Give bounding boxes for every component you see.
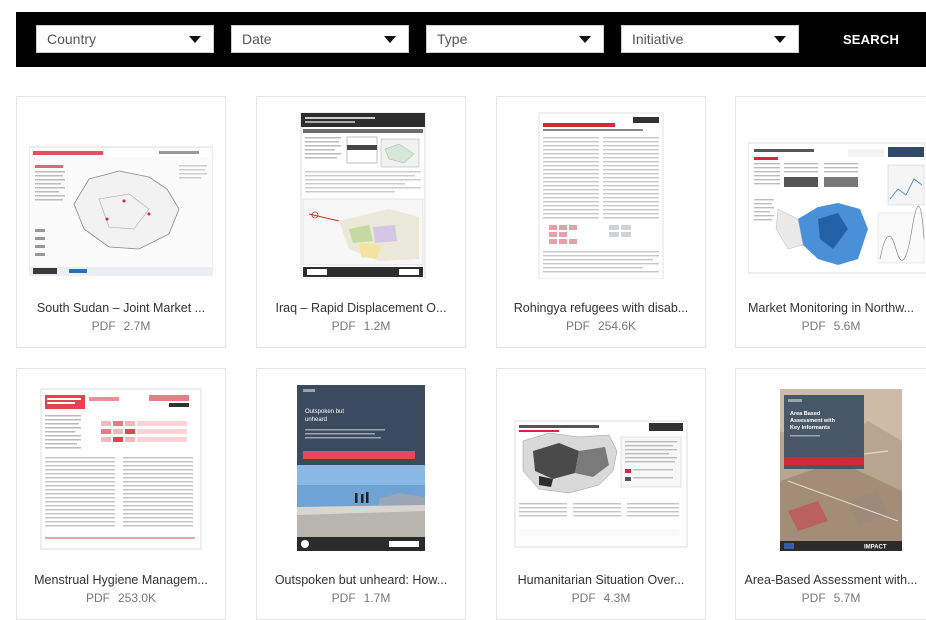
document-meta: PDF 4.3M xyxy=(497,591,705,605)
document-card[interactable]: Outspoken but unheard Outspoken but unhe… xyxy=(256,368,466,620)
document-card[interactable]: Rohingya refugees with disab... PDF 254.6… xyxy=(496,96,706,348)
document-title[interactable]: Outspoken but unheard: How... xyxy=(257,573,465,587)
document-format: PDF xyxy=(801,319,826,333)
document-format: PDF xyxy=(571,591,596,605)
cover-title-line3: Key Informants xyxy=(790,425,830,431)
document-meta: PDF 254.6K xyxy=(497,319,705,333)
document-thumbnail xyxy=(29,381,213,551)
caret-down-icon xyxy=(189,35,201,43)
document-format: PDF xyxy=(331,319,356,333)
document-thumbnail xyxy=(748,109,926,279)
document-thumbnail: Outspoken but unheard xyxy=(269,381,453,551)
type-select-label: Type xyxy=(437,31,468,47)
document-thumbnail xyxy=(509,381,693,551)
document-size: 5.7M xyxy=(833,591,861,605)
cover-title-line1: Outspoken but xyxy=(305,409,344,415)
caret-down-icon xyxy=(774,35,786,43)
impact-logo-text: IMPACT xyxy=(864,545,887,551)
document-title[interactable]: Menstrual Hygiene Managem... xyxy=(17,573,225,587)
document-size: 253.0K xyxy=(117,591,157,605)
document-title[interactable]: Humanitarian Situation Over... xyxy=(497,573,705,587)
initiative-select[interactable]: Initiative xyxy=(621,25,799,53)
document-meta: PDF 1.2M xyxy=(257,319,465,333)
document-format: PDF xyxy=(85,591,110,605)
search-button[interactable]: SEARCH xyxy=(828,25,914,53)
document-thumbnail xyxy=(509,109,693,279)
document-format: PDF xyxy=(801,591,826,605)
document-size: 1.7M xyxy=(363,591,391,605)
date-select-label: Date xyxy=(242,31,272,47)
document-card[interactable]: Menstrual Hygiene Managem... PDF 253.0K xyxy=(16,368,226,620)
cover-title-line1: Area Based xyxy=(790,411,820,417)
document-size: 5.6M xyxy=(833,319,861,333)
document-card[interactable]: Humanitarian Situation Over... PDF 4.3M xyxy=(496,368,706,620)
document-meta: PDF 2.7M xyxy=(17,319,225,333)
document-meta: PDF 253.0K xyxy=(17,591,225,605)
caret-down-icon xyxy=(579,35,591,43)
initiative-select-label: Initiative xyxy=(632,31,684,47)
document-title[interactable]: Area-Based Assessment with... xyxy=(736,573,926,587)
document-title[interactable]: Rohingya refugees with disab... xyxy=(497,301,705,315)
document-size: 4.3M xyxy=(603,591,631,605)
document-format: PDF xyxy=(565,319,590,333)
cover-title-line2: Assessment with xyxy=(790,418,836,424)
filter-bar: Country Date Type Initiative SEARCH xyxy=(16,12,926,67)
cover-title-line2: unheard xyxy=(305,417,327,423)
document-size: 2.7M xyxy=(123,319,151,333)
caret-down-icon xyxy=(384,35,396,43)
document-size: 254.6K xyxy=(597,319,637,333)
document-card[interactable]: Iraq – Rapid Displacement O... PDF 1.2M xyxy=(256,96,466,348)
document-format: PDF xyxy=(331,591,356,605)
document-title[interactable]: South Sudan – Joint Market ... xyxy=(17,301,225,315)
document-size: 1.2M xyxy=(363,319,391,333)
document-card[interactable]: Market Monitoring in Northw... PDF 5.6M xyxy=(735,96,926,348)
country-select-label: Country xyxy=(47,31,97,47)
document-thumbnail xyxy=(269,109,453,279)
document-thumbnail xyxy=(29,109,213,279)
document-meta: PDF 1.7M xyxy=(257,591,465,605)
document-card[interactable]: South Sudan – Joint Market ... PDF 2.7M xyxy=(16,96,226,348)
document-title[interactable]: Market Monitoring in Northw... xyxy=(736,301,926,315)
document-meta: PDF 5.6M xyxy=(736,319,926,333)
type-select[interactable]: Type xyxy=(426,25,604,53)
date-select[interactable]: Date xyxy=(231,25,409,53)
document-title[interactable]: Iraq – Rapid Displacement O... xyxy=(257,301,465,315)
document-thumbnail: Area Based Assessment with Key Informant… xyxy=(748,381,926,551)
country-select[interactable]: Country xyxy=(36,25,214,53)
document-format: PDF xyxy=(91,319,116,333)
document-meta: PDF 5.7M xyxy=(736,591,926,605)
document-card[interactable]: Area Based Assessment with Key Informant… xyxy=(735,368,926,620)
